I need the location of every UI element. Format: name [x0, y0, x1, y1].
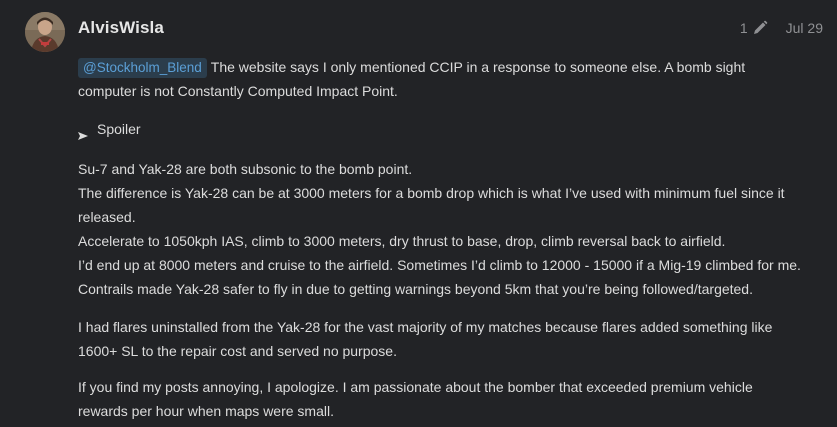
paragraph-2-line-6: Contrails made Yak-28 safer to fly in du… — [78, 281, 753, 297]
pencil-icon[interactable] — [752, 20, 768, 36]
paragraph-3-line-2: 1600+ SL to the repair cost and served n… — [78, 343, 397, 359]
spoiler-toggle[interactable]: Spoiler — [78, 117, 141, 141]
paragraph-4: If you find my posts annoying, I apologi… — [78, 375, 828, 423]
paragraph-2-line-4: Accelerate to 1050kph IAS, climb to 3000… — [78, 233, 726, 249]
triangle-right-icon — [78, 124, 88, 140]
edit-count[interactable]: 1 — [740, 20, 748, 36]
post-author[interactable]: AlvisWisla — [78, 18, 164, 38]
avatar[interactable] — [25, 12, 65, 52]
forum-post: AlvisWisla 1 Jul 29 @Stockholm_Blend The … — [0, 0, 837, 427]
paragraph-1: @Stockholm_Blend The website says I only … — [78, 55, 828, 103]
post-date[interactable]: Jul 29 — [786, 20, 823, 36]
paragraph-4-line-1: If you find my posts annoying, I apologi… — [78, 379, 753, 395]
paragraph-2-line-5: I’d end up at 8000 meters and cruise to … — [78, 257, 801, 273]
paragraph-2-line-2: The difference is Yak-28 can be at 3000 … — [78, 185, 785, 201]
paragraph-1-line-1: The website says I only mentioned CCIP i… — [210, 59, 746, 75]
paragraph-2-line-1: Su-7 and Yak-28 are both subsonic to the… — [78, 161, 413, 177]
paragraph-3: I had flares uninstalled from the Yak-28… — [78, 315, 828, 363]
paragraph-1-line-2: computer is not Constantly Computed Impa… — [78, 83, 398, 99]
paragraph-2: Su-7 and Yak-28 are both subsonic to the… — [78, 157, 828, 301]
paragraph-4-line-2: rewards per hour when maps were small. — [78, 403, 334, 419]
post-meta: 1 Jul 29 — [740, 20, 823, 36]
paragraph-2-line-3: released. — [78, 209, 136, 225]
spoiler-label: Spoiler — [97, 121, 141, 137]
user-mention[interactable]: @Stockholm_Blend — [78, 58, 207, 78]
paragraph-3-line-1: I had flares uninstalled from the Yak-28… — [78, 319, 773, 335]
